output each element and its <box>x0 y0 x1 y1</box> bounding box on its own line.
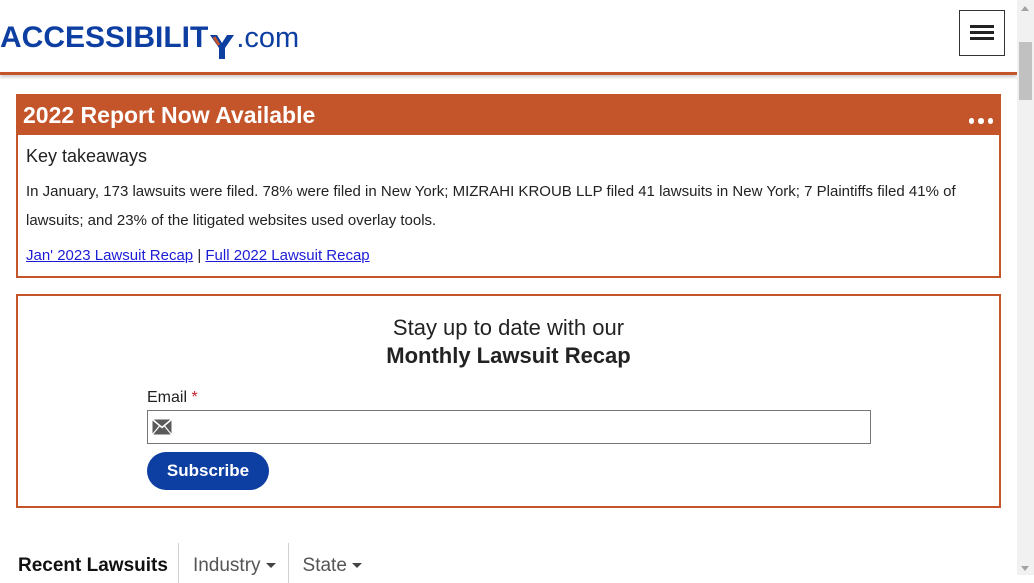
site-header: ACCESSIBILIT .com <box>0 0 1017 72</box>
dot <box>978 118 984 124</box>
dot <box>968 118 974 124</box>
logo-suffix: .com <box>236 22 300 54</box>
hamburger-bar <box>970 25 994 28</box>
header-divider <box>0 72 1017 75</box>
lawsuit-tabs: Recent Lawsuits Industry State <box>16 543 374 583</box>
report-header: 2022 Report Now Available <box>18 96 999 135</box>
dot <box>987 118 993 124</box>
email-input[interactable] <box>178 411 870 445</box>
report-title: 2022 Report Now Available <box>23 102 316 128</box>
newsletter-heading-bold: Monthly Lawsuit Recap <box>386 343 631 368</box>
page-scrollbar[interactable] <box>1017 0 1034 575</box>
newsletter-heading: Stay up to date with our <box>392 315 625 340</box>
envelope-icon <box>151 418 173 440</box>
report-subtitle: Key takeaways <box>26 146 148 166</box>
jan-2023-recap-link[interactable]: Jan' 2023 Lawsuit Recap <box>26 247 193 264</box>
tab-label: Industry <box>192 555 261 576</box>
logo-y-figure-icon <box>209 28 235 59</box>
link-separator: | <box>197 247 202 264</box>
tab-industry[interactable]: Industry <box>177 543 288 583</box>
subscribe-button[interactable]: Subscribe <box>147 452 269 490</box>
scroll-down-arrow-icon[interactable] <box>1021 566 1029 571</box>
newsletter-panel: Stay up to date with our Monthly Lawsuit… <box>16 294 1001 508</box>
more-dots-icon[interactable] <box>968 118 993 124</box>
tab-recent-lawsuits[interactable]: Recent Lawsuits <box>16 543 178 583</box>
caret-down-icon <box>265 563 276 569</box>
site-logo[interactable]: ACCESSIBILIT .com <box>0 18 300 59</box>
email-label-text: Email <box>147 389 188 406</box>
hamburger-bar <box>970 31 994 34</box>
hamburger-menu-button[interactable] <box>959 10 1005 56</box>
full-2022-recap-link[interactable]: Full 2022 Lawsuit Recap <box>205 247 369 264</box>
email-field[interactable] <box>147 410 871 445</box>
scroll-thumb[interactable] <box>1019 42 1032 100</box>
tab-label: State <box>302 555 347 576</box>
scroll-up-arrow-icon[interactable] <box>1021 6 1029 11</box>
logo-text: ACCESSIBILIT <box>0 21 209 54</box>
report-body: Key takeaways In January, 173 lawsuits w… <box>18 135 999 266</box>
hamburger-bar <box>970 37 994 40</box>
report-links: Jan' 2023 Lawsuit Recap | Full 2022 Laws… <box>26 246 991 266</box>
tab-label: Recent Lawsuits <box>18 555 168 576</box>
required-marker: * <box>191 389 198 406</box>
report-summary: In January, 173 lawsuits were filed. 78%… <box>26 183 956 229</box>
report-panel: 2022 Report Now Available Key takeaways … <box>16 94 1001 278</box>
tab-state[interactable]: State <box>287 543 374 583</box>
caret-down-icon <box>351 563 362 569</box>
email-label: Email * <box>147 388 198 408</box>
